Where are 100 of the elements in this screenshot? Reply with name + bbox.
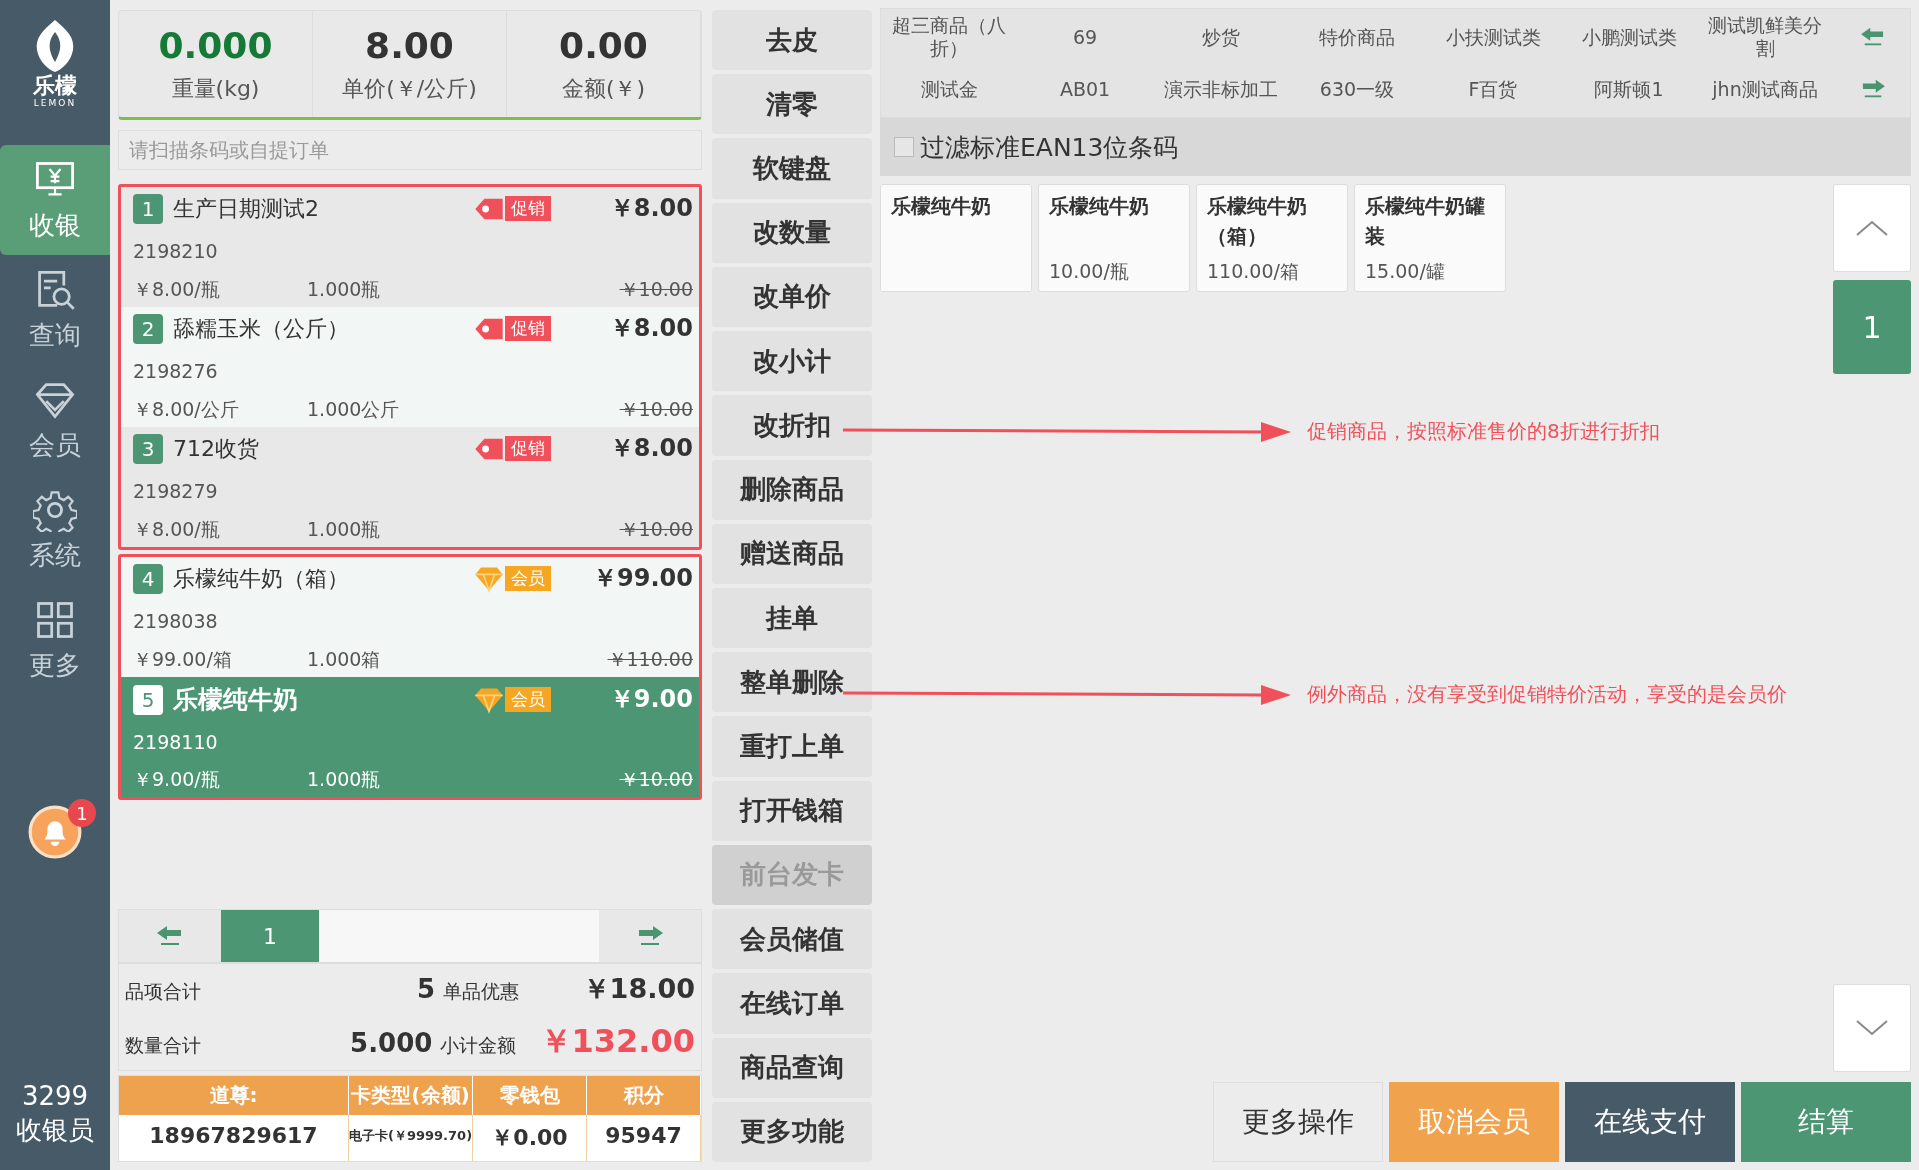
action-button[interactable]: 重打上单 (712, 716, 872, 777)
readout-value: 0.00 (559, 24, 648, 66)
item-number: 2 (133, 313, 163, 344)
filter-label: 过滤标准EAN13位条码 (920, 131, 1179, 164)
item-number: 1 (133, 193, 163, 224)
unit-price: ￥8.00/瓶 (133, 517, 221, 542)
item-quantity: 1.000瓶 (307, 277, 382, 302)
item-tag: 促销 (505, 196, 551, 222)
action-button[interactable]: 更多功能 (712, 1101, 872, 1162)
category-item[interactable]: 小扶测试类 (1425, 25, 1561, 49)
product-tile[interactable]: 乐檬纯牛奶 (880, 184, 1032, 292)
cart-item[interactable]: 2 舔糯玉米（公斤） 促销 ￥8.00 2198276 ￥8.00/公斤 1.000公斤 ￥10.00 (121, 307, 699, 427)
category-item[interactable]: 小鹏测试类 (1561, 25, 1697, 49)
action-button[interactable]: 改折扣 (712, 395, 872, 456)
unit-price: ￥8.00/瓶 (133, 277, 221, 302)
cart-item[interactable]: 1 生产日期测试2 促销 ￥8.00 2198210 ￥8.00/瓶 1.000瓶 ￥10.00 (121, 187, 699, 307)
category-item[interactable]: AB01 (1017, 77, 1153, 101)
item-price: ￥8.00 (608, 433, 693, 464)
item-quantity: 1.000箱 (307, 647, 382, 672)
item-name: 712收货 (173, 434, 260, 463)
checkbox[interactable] (894, 137, 914, 157)
unit-price: ￥8.00/公斤 (133, 397, 240, 422)
discount-amount: ￥18.00 (581, 971, 695, 1006)
cart-item[interactable]: 4 乐檬纯牛奶（箱） 会员 ￥99.00 2198038 ￥99.00/箱 1.000箱 ￥110.00 (121, 557, 699, 677)
chevron-down-icon (1855, 1019, 1889, 1037)
cashier-role: 收银员 (16, 1114, 94, 1148)
action-button[interactable]: 清零 (712, 74, 872, 135)
action-button[interactable]: 改单价 (712, 266, 872, 328)
product-price: 110.00/箱 (1207, 259, 1300, 284)
nav-item[interactable]: 更多 (0, 585, 110, 695)
annotation-text: 促销商品，按照标准售价的8折进行折扣 (1307, 418, 1660, 445)
category-item[interactable]: 阿斯顿1 (1561, 77, 1697, 101)
category-item[interactable]: 超三商品（八折） (881, 14, 1017, 60)
product-name: 乐檬纯牛奶 (891, 193, 992, 220)
footer-button[interactable]: 在线支付 (1565, 1082, 1735, 1162)
action-button[interactable]: 挂单 (712, 587, 872, 649)
item-name: 生产日期测试2 (173, 194, 320, 223)
brand-subtitle: LEMON (33, 98, 77, 109)
action-button[interactable]: 去皮 (712, 10, 872, 71)
readout-label: 金额(￥) (561, 74, 646, 103)
unit-price: ￥9.00/瓶 (133, 767, 221, 792)
item-barcode: 2198110 (133, 730, 219, 753)
item-name: 舔糯玉米（公斤） (173, 314, 350, 343)
barcode-input[interactable]: 请扫描条码或自提订单 (118, 130, 702, 170)
member-value: ￥0.00 (473, 1115, 587, 1161)
item-name: 乐檬纯牛奶（箱） (173, 564, 350, 593)
readout-value: 8.00 (365, 24, 454, 66)
item-price: ￥8.00 (608, 313, 693, 344)
footer-button[interactable]: 结算 (1741, 1082, 1911, 1162)
page-number[interactable]: 1 (221, 910, 319, 962)
action-button[interactable]: 商品查询 (712, 1037, 872, 1098)
item-price: ￥99.00 (592, 563, 693, 594)
category-item[interactable]: 演示非标加工 (1153, 77, 1289, 101)
product-tile[interactable]: 乐檬纯牛奶 10.00/瓶 (1038, 184, 1190, 292)
annotation-text: 例外商品，没有享受到促销特价活动，享受的是会员价 (1307, 681, 1787, 708)
action-button[interactable]: 在线订单 (712, 973, 872, 1034)
category-item[interactable]: 炒货 (1153, 25, 1289, 49)
readout-label: 重量(kg) (171, 74, 260, 103)
product-name: 乐檬纯牛奶罐装 (1365, 193, 1486, 250)
item-quantity: 1.000公斤 (307, 397, 401, 422)
category-item[interactable]: 69 (1017, 25, 1153, 49)
footer-button[interactable]: 更多操作 (1213, 1082, 1383, 1162)
product-tile[interactable]: 乐檬纯牛奶罐装 15.00/罐 (1354, 184, 1506, 292)
category-item[interactable]: 特价商品 (1289, 25, 1425, 49)
nav-item[interactable]: 会员 (0, 365, 110, 475)
action-button[interactable]: 会员储值 (712, 909, 872, 970)
category-item[interactable]: 测试金 (881, 77, 1017, 101)
total-label: 品项合计 (125, 978, 202, 1004)
brand-name: 乐檬 (33, 74, 77, 99)
product-price: 10.00/瓶 (1049, 259, 1130, 284)
action-button[interactable]: 改数量 (712, 202, 872, 263)
product-tile[interactable]: 乐檬纯牛奶（箱） 110.00/箱 (1196, 184, 1348, 292)
nav-item[interactable]: 系统 (0, 475, 110, 585)
category-item[interactable]: 630一级 (1289, 77, 1425, 101)
readout-value: 0.000 (158, 24, 273, 66)
category-item[interactable]: 测试凯鲜美分割 (1697, 14, 1833, 60)
cart-item[interactable]: 5 乐檬纯牛奶 会员 ￥9.00 2198110 ￥9.00/瓶 1.000瓶 ￥10.00 (121, 677, 699, 797)
category-item[interactable]: jhn测试商品 (1697, 77, 1833, 101)
category-item[interactable]: F百货 (1425, 77, 1561, 101)
action-button[interactable]: 改小计 (712, 331, 872, 392)
nav-item[interactable]: 查询 (0, 255, 110, 365)
notification-badge: 1 (68, 799, 96, 827)
member-value: 18967829617 (119, 1115, 349, 1161)
action-button[interactable]: 整单删除 (712, 652, 872, 713)
cart-item[interactable]: 3 712收货 促销 ￥8.00 2198279 ￥8.00/瓶 1.000瓶 ￥10.00 (121, 427, 699, 547)
item-barcode: 2198038 (133, 609, 219, 632)
action-button[interactable]: 打开钱箱 (712, 780, 872, 841)
original-price: ￥10.00 (619, 517, 693, 542)
total-label: 单品优惠 (443, 978, 520, 1004)
product-name: 乐檬纯牛奶（箱） (1207, 193, 1308, 250)
item-tag: 促销 (505, 436, 551, 462)
item-name: 乐檬纯牛奶 (173, 684, 299, 716)
item-number: 3 (133, 433, 163, 464)
item-barcode: 2198276 (133, 359, 219, 382)
action-button[interactable]: 赠送商品 (712, 523, 872, 584)
total-value: 5 (415, 973, 435, 1004)
action-button[interactable]: 删除商品 (712, 459, 872, 520)
item-barcode: 2198210 (133, 239, 219, 262)
action-button[interactable]: 软键盘 (712, 138, 872, 199)
item-tag: 会员 (505, 687, 551, 712)
